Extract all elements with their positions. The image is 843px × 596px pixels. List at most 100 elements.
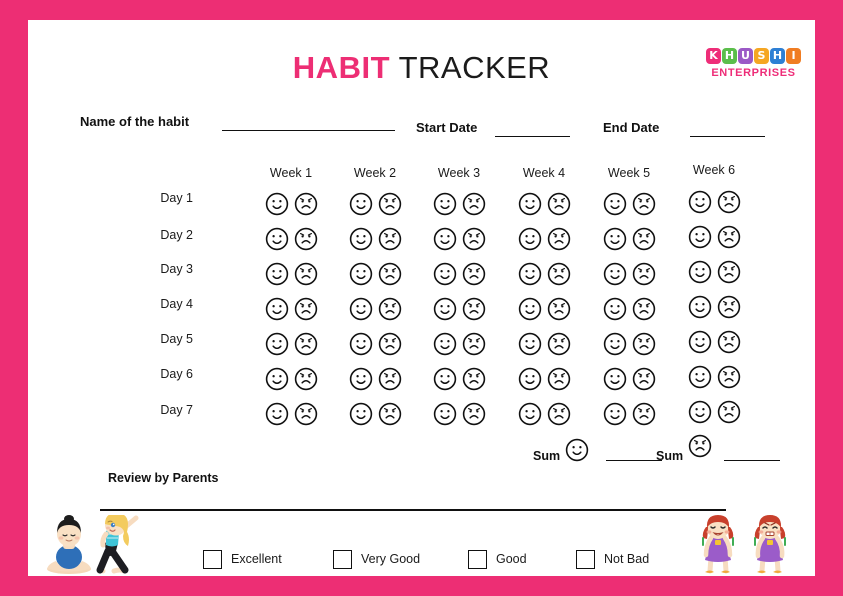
happy-face-icon[interactable] (433, 262, 457, 286)
sad-face-icon[interactable] (717, 400, 741, 424)
sad-face-icon[interactable] (462, 402, 486, 426)
happy-face-icon[interactable] (603, 227, 627, 251)
sad-face-icon[interactable] (632, 367, 656, 391)
happy-face-icon[interactable] (603, 367, 627, 391)
happy-face-icon[interactable] (688, 295, 712, 319)
happy-face-icon[interactable] (433, 192, 457, 216)
happy-face-icon[interactable] (433, 402, 457, 426)
face-pair-week6-day1 (683, 190, 745, 214)
happy-face-icon[interactable] (349, 262, 373, 286)
rating-option-not-bad[interactable]: Not Bad (576, 548, 649, 570)
happy-face-icon[interactable] (688, 260, 712, 284)
happy-face-icon[interactable] (688, 330, 712, 354)
sad-face-icon[interactable] (378, 332, 402, 356)
rating-option-excellent[interactable]: Excellent (203, 548, 282, 570)
sad-face-icon[interactable] (462, 192, 486, 216)
happy-face-icon[interactable] (265, 367, 289, 391)
face-pair-week1-day3 (260, 262, 322, 286)
happy-face-icon[interactable] (518, 192, 542, 216)
sad-face-icon[interactable] (462, 227, 486, 251)
sad-face-icon[interactable] (462, 332, 486, 356)
sad-face-icon[interactable] (294, 262, 318, 286)
happy-face-icon[interactable] (518, 402, 542, 426)
face-pair-week5-day6 (598, 367, 660, 391)
happy-face-icon[interactable] (518, 262, 542, 286)
happy-face-icon[interactable] (518, 227, 542, 251)
happy-face-icon[interactable] (603, 332, 627, 356)
happy-face-icon[interactable] (518, 367, 542, 391)
happy-face-icon[interactable] (433, 367, 457, 391)
happy-face-icon[interactable] (603, 402, 627, 426)
sad-face-icon[interactable] (632, 332, 656, 356)
sad-face-icon[interactable] (547, 332, 571, 356)
sad-face-icon[interactable] (462, 297, 486, 321)
happy-face-icon[interactable] (518, 332, 542, 356)
sad-face-icon[interactable] (547, 227, 571, 251)
happy-face-icon[interactable] (349, 227, 373, 251)
happy-face-icon[interactable] (688, 400, 712, 424)
happy-face-icon[interactable] (349, 367, 373, 391)
happy-face-icon[interactable] (265, 297, 289, 321)
sad-face-icon[interactable] (294, 192, 318, 216)
happy-face-icon[interactable] (688, 190, 712, 214)
happy-face-icon[interactable] (433, 297, 457, 321)
happy-face-icon[interactable] (603, 297, 627, 321)
sad-face-icon[interactable] (717, 330, 741, 354)
review-input-rule[interactable] (100, 509, 726, 511)
sad-face-icon[interactable] (717, 295, 741, 319)
sad-face-icon[interactable] (378, 262, 402, 286)
sad-face-icon[interactable] (632, 297, 656, 321)
sad-face-icon[interactable] (378, 367, 402, 391)
happy-face-icon[interactable] (433, 332, 457, 356)
happy-face-icon[interactable] (349, 332, 373, 356)
checkbox-excellent[interactable] (203, 549, 222, 569)
sad-face-icon[interactable] (294, 402, 318, 426)
sad-face-icon[interactable] (717, 365, 741, 389)
sad-face-icon[interactable] (547, 297, 571, 321)
sad-face-icon[interactable] (717, 225, 741, 249)
sad-face-icon[interactable] (632, 402, 656, 426)
happy-face-icon[interactable] (688, 225, 712, 249)
happy-face-icon[interactable] (265, 402, 289, 426)
happy-face-icon[interactable] (349, 402, 373, 426)
sad-face-icon[interactable] (547, 402, 571, 426)
happy-face-icon[interactable] (265, 227, 289, 251)
rating-option-good[interactable]: Good (468, 548, 527, 570)
happy-face-icon[interactable] (265, 332, 289, 356)
happy-face-icon[interactable] (603, 262, 627, 286)
checkbox-good[interactable] (468, 549, 487, 569)
sad-face-icon[interactable] (294, 332, 318, 356)
sum-sad-input-rule[interactable] (724, 460, 780, 461)
sad-face-icon[interactable] (717, 190, 741, 214)
happy-face-icon[interactable] (603, 192, 627, 216)
face-pair-week6-day5 (683, 330, 745, 354)
sad-face-icon[interactable] (378, 402, 402, 426)
checkbox-very-good[interactable] (333, 549, 352, 569)
sad-face-icon[interactable] (294, 227, 318, 251)
happy-face-icon[interactable] (349, 297, 373, 321)
happy-face-icon[interactable] (265, 262, 289, 286)
sad-face-icon[interactable] (294, 297, 318, 321)
happy-face-icon[interactable] (349, 192, 373, 216)
rating-option-very-good[interactable]: Very Good (333, 548, 420, 570)
sad-face-icon[interactable] (632, 227, 656, 251)
sad-face-icon[interactable] (547, 367, 571, 391)
happy-face-icon[interactable] (688, 365, 712, 389)
happy-face-icon[interactable] (433, 227, 457, 251)
sad-face-icon[interactable] (462, 262, 486, 286)
sad-face-icon[interactable] (632, 192, 656, 216)
sad-face-icon[interactable] (378, 192, 402, 216)
sad-face-icon[interactable] (717, 260, 741, 284)
sad-face-icon[interactable] (547, 192, 571, 216)
sum-sad-label: Sum (656, 449, 684, 463)
checkbox-not-bad[interactable] (576, 549, 595, 569)
sad-face-icon[interactable] (547, 262, 571, 286)
sad-face-icon[interactable] (462, 367, 486, 391)
sum-happy-input-rule[interactable] (606, 460, 662, 461)
happy-face-icon[interactable] (265, 192, 289, 216)
sad-face-icon[interactable] (294, 367, 318, 391)
sad-face-icon[interactable] (378, 227, 402, 251)
happy-face-icon[interactable] (518, 297, 542, 321)
sad-face-icon[interactable] (632, 262, 656, 286)
sad-face-icon[interactable] (378, 297, 402, 321)
